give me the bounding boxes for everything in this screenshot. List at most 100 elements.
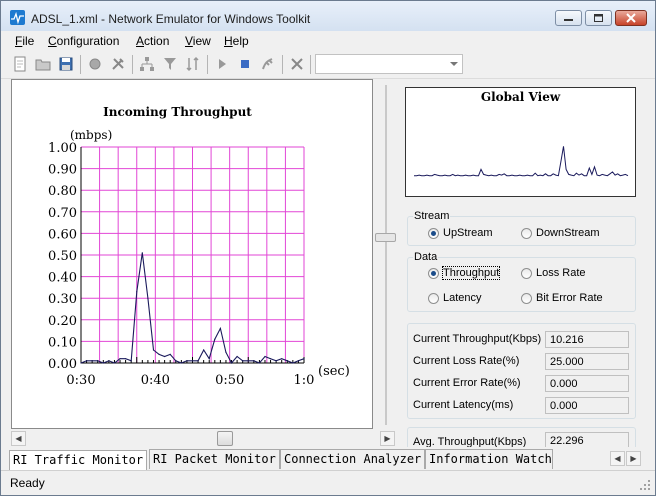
data-point: [158, 353, 160, 355]
chart-grid: [80, 146, 305, 364]
data-point: [203, 349, 205, 351]
tab-information-watch[interactable]: Information Watch: [425, 449, 553, 469]
scrollbar-thumb[interactable]: [217, 431, 233, 446]
toolbar-combo-box[interactable]: [315, 54, 463, 74]
minimize-button[interactable]: [555, 10, 582, 26]
network-icon[interactable]: [139, 56, 155, 72]
toolbar-separator: [207, 55, 208, 74]
tab-scroll-right-button[interactable]: ▶: [626, 451, 641, 466]
radio-label: Throughput: [441, 266, 501, 280]
menu-help[interactable]: Help: [224, 34, 249, 48]
data-point: [303, 358, 305, 360]
data-point: [113, 362, 116, 364]
save-disk-icon[interactable]: [58, 56, 74, 72]
disconnect-icon[interactable]: [289, 56, 305, 72]
stat-label: Current Error Rate(%): [413, 377, 521, 389]
tab-connection-analyzer[interactable]: Connection Analyzer: [280, 449, 426, 469]
tab-scroll-left-button[interactable]: ◀: [610, 451, 625, 466]
scroll-right-button[interactable]: ▶: [380, 431, 395, 446]
splitter-bar[interactable]: [385, 85, 387, 425]
data-point: [191, 360, 194, 362]
maximize-button[interactable]: [585, 10, 612, 26]
tab-ri-packet-monitor[interactable]: RI Packet Monitor: [149, 449, 280, 469]
scroll-left-button[interactable]: ◀: [11, 431, 26, 446]
data-point: [197, 360, 199, 362]
y-tick-label: 0.90: [48, 163, 77, 178]
data-point: [97, 360, 99, 362]
data-point: [219, 327, 221, 330]
throughput-chart: Incoming Throughput (mbps) 0.00 0.10 0.20 0.3…: [48, 105, 350, 388]
y-tick-label: 0.50: [48, 249, 77, 264]
data-point: [253, 360, 255, 362]
data-point: [91, 360, 93, 362]
avg-stats-group: Avg. Throughput(Kbps) 22.296: [407, 427, 636, 447]
capture-icon[interactable]: [260, 56, 276, 72]
data-point: [297, 360, 300, 362]
tab-ri-traffic-monitor[interactable]: RI Traffic Monitor: [9, 450, 148, 470]
data-group-title: Data: [413, 251, 439, 263]
data-point: [147, 297, 149, 299]
x-axis-label: (sec): [318, 364, 350, 379]
toolbar-separator: [80, 55, 81, 74]
chart-panel: Incoming Throughput (mbps) 0.00 0.10 0.20 0.3…: [11, 79, 373, 429]
sort-icon[interactable]: [185, 56, 201, 72]
new-file-icon[interactable]: [12, 56, 28, 72]
tab-strip: RI Traffic Monitor RI Packet Monitor Con…: [1, 449, 655, 470]
stat-label: Current Loss Rate(%): [413, 355, 520, 367]
y-tick-label: 1.00: [48, 141, 77, 156]
close-button[interactable]: [615, 10, 647, 26]
data-point: [236, 355, 238, 358]
record-icon[interactable]: [87, 56, 103, 72]
title-bar: ADSL_1.xml - Network Emulator for Window…: [1, 1, 655, 31]
y-axis-label: (mbps): [70, 128, 112, 142]
data-point: [180, 362, 182, 364]
data-point: [175, 360, 177, 362]
toolbar-separator: [132, 55, 133, 74]
data-point: [225, 351, 227, 353]
horizontal-scrollbar[interactable]: ◀ ▶: [11, 431, 395, 446]
tools-icon[interactable]: [110, 56, 126, 72]
menu-configuration[interactable]: Configuration: [48, 34, 119, 48]
data-point: [85, 360, 88, 362]
stop-icon[interactable]: [237, 56, 253, 72]
data-point: [80, 362, 82, 364]
play-icon[interactable]: [214, 56, 230, 72]
x-tick-label: 0:30: [66, 373, 95, 388]
chevron-down-icon: [450, 62, 458, 66]
menu-action[interactable]: Action: [136, 34, 169, 48]
radio-button[interactable]: [521, 268, 532, 279]
status-text: Ready: [10, 476, 45, 490]
data-point: [230, 362, 233, 364]
toolbar-separator: [310, 55, 311, 74]
app-icon: [10, 10, 25, 25]
data-point: [125, 358, 127, 360]
data-point: [136, 291, 138, 293]
y-tick-label: 0.60: [48, 227, 77, 242]
radio-label: DownStream: [536, 227, 600, 239]
data-point: [214, 338, 216, 340]
radio-label: Latency: [443, 292, 482, 304]
menu-view[interactable]: View: [185, 34, 211, 48]
menu-file[interactable]: File: [15, 34, 34, 48]
data-point: [119, 358, 121, 360]
data-point: [269, 358, 272, 360]
y-tick-label: 0.30: [48, 292, 77, 307]
radio-label: Loss Rate: [536, 267, 586, 279]
resize-grip-icon[interactable]: [639, 479, 651, 491]
filter-icon[interactable]: [162, 56, 178, 72]
radio-button[interactable]: [521, 228, 532, 239]
open-folder-icon[interactable]: [35, 56, 51, 72]
splitter-handle[interactable]: [375, 233, 396, 242]
radio-button[interactable]: [428, 293, 439, 304]
y-tick-label: 0.10: [48, 335, 77, 350]
global-view-sparkline: [414, 146, 629, 177]
menu-bar: File Configuration Action View Help: [1, 31, 655, 51]
data-point: [164, 355, 166, 358]
data-point: [130, 360, 132, 362]
stat-value-box: 0.000: [545, 375, 629, 392]
radio-button[interactable]: [521, 293, 532, 304]
radio-button[interactable]: [428, 268, 439, 279]
radio-button[interactable]: [428, 228, 439, 239]
radio-label: UpStream: [443, 227, 493, 239]
data-point: [208, 358, 210, 360]
